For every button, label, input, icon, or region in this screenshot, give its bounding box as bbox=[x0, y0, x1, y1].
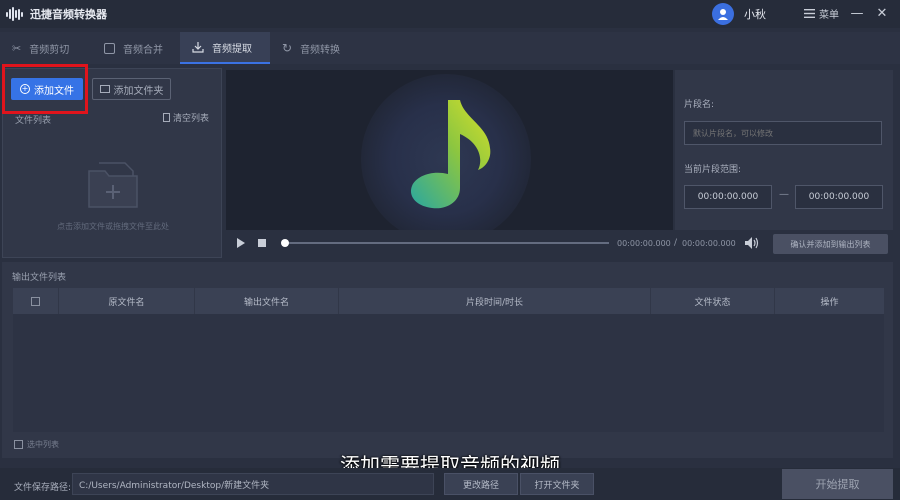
highlight-box bbox=[2, 64, 88, 114]
select-all-header[interactable] bbox=[13, 288, 59, 314]
time-separator: / bbox=[674, 238, 678, 248]
column-header: 操作 bbox=[820, 297, 839, 308]
progress-slider[interactable] bbox=[281, 239, 609, 247]
segment-name-input[interactable] bbox=[684, 121, 882, 145]
avatar[interactable] bbox=[712, 3, 734, 25]
file-list-label: 文件列表 bbox=[15, 116, 52, 126]
stop-button[interactable] bbox=[258, 239, 266, 247]
column-header: 原文件名 bbox=[59, 288, 195, 314]
output-list-label: 输出文件列表 bbox=[12, 273, 67, 283]
output-table-header: 原文件名 输出文件名 片段时间/时长 文件状态 操作 bbox=[13, 288, 884, 314]
clear-list-button[interactable]: 清空列表 bbox=[162, 111, 209, 124]
clear-list-label: 清空列表 bbox=[172, 114, 209, 124]
refresh-icon: ↻ bbox=[282, 41, 293, 55]
select-all-checkbox[interactable] bbox=[14, 440, 23, 449]
empty-folder-icon bbox=[88, 162, 138, 208]
title-bar: 迅捷音频转换器 小秋 菜单 — ✕ bbox=[0, 0, 900, 28]
menu-label: 菜单 bbox=[819, 10, 839, 21]
scissors-icon: ✂ bbox=[12, 41, 22, 55]
tab-audio-convert[interactable]: ↻ 音频转换 bbox=[270, 32, 362, 64]
app-logo: 迅捷音频转换器 bbox=[6, 6, 107, 22]
add-folder-label: 添加文件夹 bbox=[113, 85, 164, 97]
range-dash: — bbox=[779, 189, 789, 200]
start-extract-button[interactable]: 开始提取 bbox=[782, 469, 893, 499]
tab-label: 音频合并 bbox=[123, 44, 163, 56]
extract-icon bbox=[192, 41, 204, 53]
user-profile[interactable]: 小秋 bbox=[712, 3, 766, 25]
range-label: 当前片段范围: bbox=[684, 165, 742, 175]
video-preview bbox=[226, 70, 673, 230]
range-start-input[interactable]: 00:00:00.000 bbox=[684, 185, 772, 209]
open-folder-button[interactable]: 打开文件夹 bbox=[520, 473, 594, 495]
segment-name-label: 片段名: bbox=[684, 100, 715, 110]
tab-audio-merge[interactable]: 音频合并 bbox=[92, 32, 180, 64]
volume-icon[interactable] bbox=[744, 236, 760, 250]
folder-icon bbox=[99, 85, 110, 93]
column-header: 文件状态 bbox=[651, 288, 775, 314]
waveform-icon bbox=[6, 7, 24, 21]
bottom-bar: 文件保存路径: C:/Users/Administrator/Desktop/新… bbox=[0, 468, 900, 500]
close-button[interactable]: ✕ bbox=[875, 6, 889, 21]
progress-knob[interactable] bbox=[281, 239, 289, 247]
app-title: 迅捷音频转换器 bbox=[30, 8, 107, 21]
menu-button[interactable]: 菜单 bbox=[804, 6, 839, 21]
playback-controls: 00:00:00.000 / 00:00:00.000 bbox=[226, 231, 759, 255]
output-panel: 输出文件列表 原文件名 输出文件名 片段时间/时长 文件状态 操作 选中列表 bbox=[2, 262, 893, 458]
hamburger-icon bbox=[804, 9, 815, 18]
output-table-body bbox=[13, 314, 884, 432]
minimize-button[interactable]: — bbox=[850, 6, 864, 21]
username: 小秋 bbox=[744, 8, 766, 21]
save-path-label: 文件保存路径: bbox=[14, 483, 72, 493]
tab-label: 音频提取 bbox=[212, 43, 252, 55]
segment-settings: 片段名: 当前片段范围: 00:00:00.000 — 00:00:00.000 bbox=[675, 70, 893, 230]
tab-audio-extract[interactable]: 音频提取 bbox=[180, 32, 270, 64]
trash-icon bbox=[162, 113, 170, 122]
add-folder-button[interactable]: 添加文件夹 bbox=[92, 78, 171, 100]
confirm-add-button[interactable]: 确认并添加到输出列表 bbox=[773, 234, 888, 254]
column-header: 片段时间/时长 bbox=[339, 288, 651, 314]
tab-label: 音频剪切 bbox=[29, 44, 70, 56]
play-button[interactable] bbox=[237, 238, 245, 248]
range-end-input[interactable]: 00:00:00.000 bbox=[795, 185, 883, 209]
merge-icon bbox=[104, 42, 115, 54]
music-note-icon bbox=[410, 100, 491, 209]
current-time: 00:00:00.000 bbox=[617, 239, 671, 248]
empty-hint: 点击添加文件或拖拽文件至此处 bbox=[57, 222, 169, 231]
column-header: 输出文件名 bbox=[195, 288, 339, 314]
tab-label: 音频转换 bbox=[300, 44, 341, 56]
total-time: 00:00:00.000 bbox=[682, 239, 736, 248]
tab-bar: ✂ 音频剪切 音频合并 音频提取 ↻ 音频转换 bbox=[0, 32, 900, 64]
save-path-field[interactable]: C:/Users/Administrator/Desktop/新建文件夹 bbox=[72, 473, 434, 495]
header-checkbox[interactable] bbox=[31, 296, 40, 306]
tab-audio-cut[interactable]: ✂ 音频剪切 bbox=[0, 32, 92, 64]
change-path-button[interactable]: 更改路径 bbox=[444, 473, 518, 495]
user-icon bbox=[718, 9, 728, 20]
